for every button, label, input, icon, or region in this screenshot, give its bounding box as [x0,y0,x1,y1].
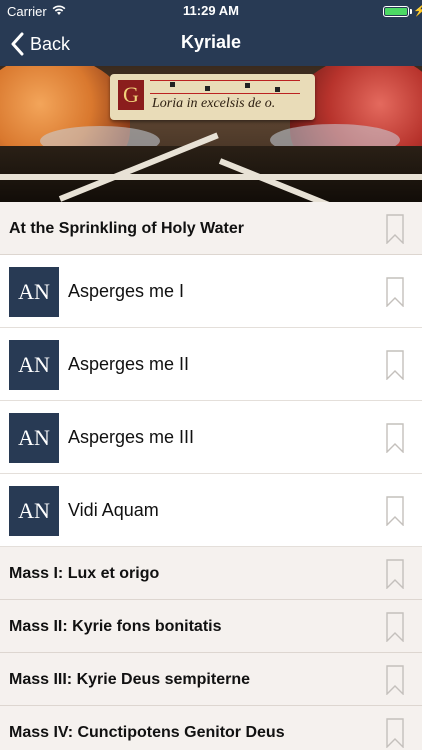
battery-icon [383,6,409,17]
status-time: 11:29 AM [183,3,239,18]
chant-row[interactable]: AN Vidi Aquam [0,474,422,547]
chant-title: Vidi Aquam [68,500,159,520]
scroll-initial: G [118,80,144,110]
section-header[interactable]: At the Sprinkling of Holy Water [0,202,422,255]
bookmark-icon[interactable] [386,665,404,695]
neume [275,87,280,92]
header-painting: G Loria in excelsis de o. [0,66,422,202]
section-header[interactable]: Mass IV: Cunctipotens Genitor Deus [0,706,422,750]
section-header[interactable]: Mass III: Kyrie Deus sempiterne [0,653,422,706]
chant-row[interactable]: AN Asperges me II [0,328,422,401]
roof-beam [0,174,422,180]
bookmark-icon[interactable] [386,496,404,526]
antiphon-badge: AN [9,340,59,390]
neume [205,86,210,91]
section-title: At the Sprinkling of Holy Water [9,220,244,237]
chant-title: Asperges me I [68,281,185,301]
battery-fill [385,8,407,15]
navigation-bar: Back Kyriale [0,22,422,66]
bookmark-icon[interactable] [386,612,404,642]
page-title: Kyriale [180,32,242,52]
chant-row[interactable]: AN Asperges me III [0,401,422,474]
antiphon-badge: AN [9,413,59,463]
bookmark-icon[interactable] [386,277,404,307]
chant-title: Asperges me III [68,427,195,447]
bookmark-icon[interactable] [386,423,404,453]
section-title: Mass III: Kyrie Deus sempiterne [9,671,250,688]
scroll-inscription: Loria in excelsis de o. [152,96,276,111]
neume [245,83,250,88]
antiphon-badge: AN [9,267,59,317]
bookmark-icon[interactable] [386,559,404,589]
section-title: Mass I: Lux et origo [9,565,160,582]
chant-row[interactable]: AN Asperges me I [0,255,422,328]
chant-title: Asperges me II [68,354,190,374]
chant-list: At the Sprinkling of Holy Water AN Asperge… [0,202,422,750]
bookmark-icon[interactable] [386,718,404,748]
section-header[interactable]: Mass II: Kyrie fons bonitatis [0,600,422,653]
top-bar: Carrier 11:29 AM ⚡ Back Kyriale [0,0,422,66]
neume [170,82,175,87]
section-header[interactable]: Mass I: Lux et origo [0,547,422,600]
charging-icon: ⚡ [413,5,422,17]
status-bar: Carrier 11:29 AM ⚡ [0,0,422,22]
antiphon-badge: AN [9,486,59,536]
section-title: Mass II: Kyrie fons bonitatis [9,618,222,635]
bookmark-icon[interactable] [386,214,404,244]
bookmark-icon[interactable] [386,350,404,380]
section-title: Mass IV: Cunctipotens Genitor Deus [9,724,285,741]
battery-tip [410,9,412,14]
